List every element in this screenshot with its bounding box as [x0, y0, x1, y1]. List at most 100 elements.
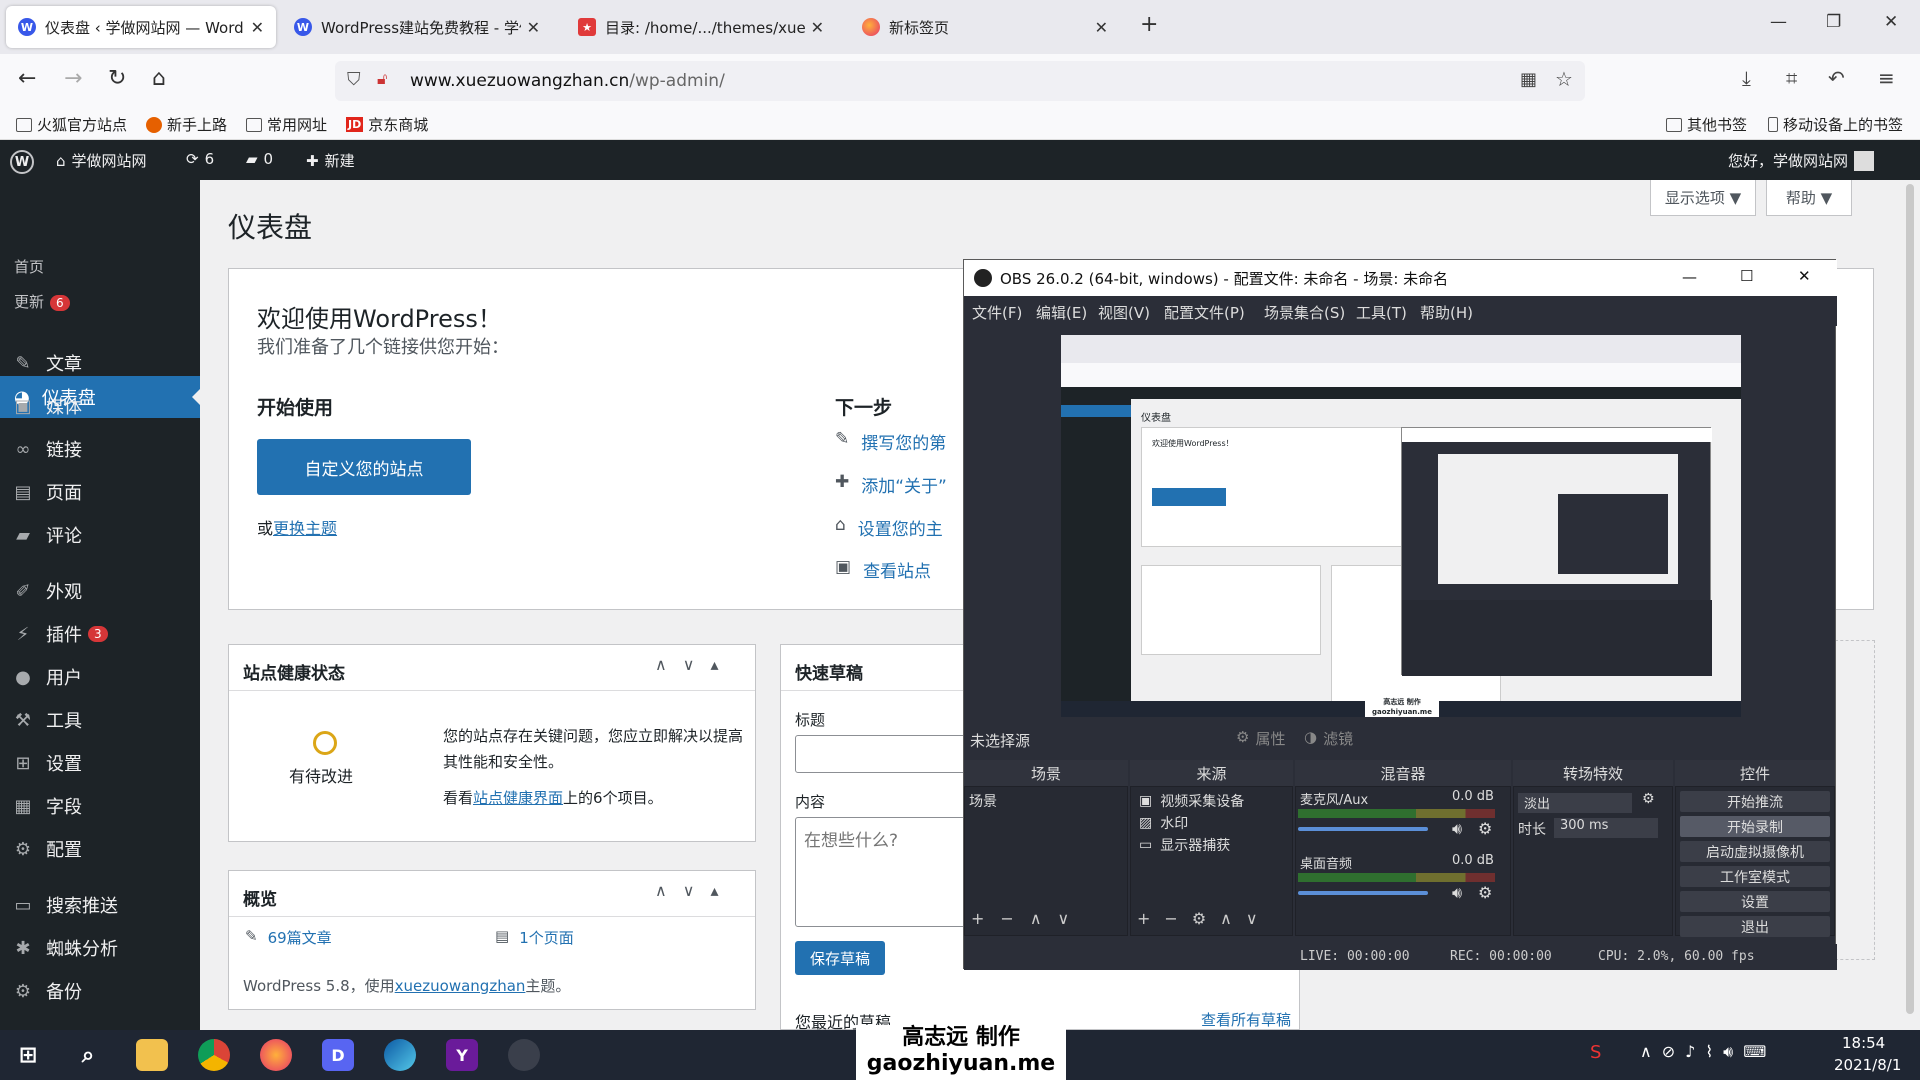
menu-links[interactable]: ∞ 链接: [12, 436, 83, 462]
reload-icon[interactable]: ↻: [108, 66, 126, 91]
adminbar-site[interactable]: ⌂ 学做网站网: [56, 150, 147, 171]
undo-icon[interactable]: ↶: [1828, 66, 1845, 90]
start-recording-button[interactable]: 开始录制: [1680, 816, 1830, 837]
wp-logo-icon[interactable]: W: [10, 150, 34, 174]
shield-icon[interactable]: ⛉: [347, 69, 361, 90]
menu-file[interactable]: 文件(F): [972, 302, 1022, 323]
pages-count[interactable]: ▤ 1个页面: [495, 927, 574, 948]
next-view-site[interactable]: ▣ 查看站点: [835, 557, 931, 582]
plus-icon[interactable]: +: [1137, 909, 1150, 928]
menu-tools[interactable]: ⚒ 工具: [12, 707, 82, 733]
menu-media[interactable]: ▣ 媒体: [12, 393, 82, 419]
chevron-up-icon[interactable]: ∧: [655, 881, 667, 900]
customize-site-button[interactable]: 自定义您的站点: [257, 439, 471, 495]
menu-appearance[interactable]: ✐ 外观: [12, 578, 82, 604]
menu-fields[interactable]: ▦ 字段: [12, 793, 82, 819]
bookmark-jd[interactable]: JD 京东商城: [346, 114, 428, 135]
close-icon[interactable]: ✕: [1798, 267, 1811, 285]
menu-config[interactable]: ⚙ 配置: [12, 836, 82, 862]
menu-plugins[interactable]: ⚡ 插件 3: [12, 621, 108, 647]
close-icon[interactable]: ✕: [1095, 18, 1108, 37]
edge-icon[interactable]: [384, 1039, 416, 1071]
tab-dashboard[interactable]: W 仪表盘 ‹ 学做网站网 — WordP ✕: [6, 6, 276, 48]
menu-search-push[interactable]: ▭ 搜索推送: [12, 892, 118, 918]
volume-slider[interactable]: [1298, 827, 1428, 831]
bookmark-mobile[interactable]: 移动设备上的书签: [1768, 114, 1903, 135]
collapse-icon[interactable]: ▴: [710, 881, 718, 900]
menu-backup[interactable]: ⚙ 备份: [12, 978, 82, 1004]
sogou-ime-icon[interactable]: S: [1590, 1042, 1601, 1063]
duration-input[interactable]: 300 ms: [1554, 818, 1658, 838]
menu-help[interactable]: 帮助(H): [1420, 302, 1473, 323]
chevron-up-icon[interactable]: ∧: [1220, 909, 1232, 928]
bookmark-newbie[interactable]: 新手上路: [146, 114, 227, 135]
lock-icon[interactable]: 🔓︎: [377, 69, 387, 89]
adminbar-comments[interactable]: ▰ 0: [246, 150, 273, 168]
source-video-capture[interactable]: ▣ 视频采集设备: [1139, 791, 1244, 811]
submenu-home[interactable]: 首页: [14, 256, 44, 277]
next-set-home[interactable]: ⌂ 设置您的主: [835, 515, 943, 540]
start-streaming-button[interactable]: 开始推流: [1680, 791, 1830, 812]
menu-pages[interactable]: ▤ 页面: [12, 479, 82, 505]
close-icon[interactable]: ✕: [527, 18, 540, 37]
scrollbar-thumb[interactable]: [1906, 184, 1914, 1014]
menu-tools[interactable]: 工具(T): [1356, 302, 1407, 323]
scrollbar[interactable]: [1900, 180, 1920, 1030]
chevron-up-icon[interactable]: ∧: [1030, 909, 1042, 928]
bookmark-firefox[interactable]: 火狐官方站点: [16, 114, 127, 135]
plus-icon[interactable]: +: [971, 909, 984, 928]
widget-controls[interactable]: ∧ ∨ ▴: [655, 655, 718, 674]
tab-directory[interactable]: ★ 目录: /home/.../themes/xuezu ✕: [566, 6, 836, 48]
restore-icon[interactable]: ❐: [1826, 12, 1841, 32]
health-link[interactable]: 站点健康界面: [473, 789, 563, 807]
menu-profile[interactable]: 配置文件(P): [1164, 302, 1245, 323]
next-write-post[interactable]: ✎ 撰写您的第: [835, 429, 946, 454]
search-icon[interactable]: ⌕: [72, 1039, 104, 1071]
help-button[interactable]: 帮助 ▼: [1766, 180, 1852, 216]
menu-comments[interactable]: ▰ 评论: [12, 522, 82, 548]
start-virtual-camera-button[interactable]: 启动虚拟摄像机: [1680, 841, 1830, 862]
close-icon[interactable]: ✕: [251, 18, 264, 37]
windows-start-icon[interactable]: ⊞: [12, 1039, 44, 1071]
theme-link[interactable]: xuezuowangzhan: [395, 977, 526, 995]
system-tray-icons[interactable]: ∧⊘♪⌇🔊︎⌨: [1640, 1042, 1776, 1062]
gear-icon[interactable]: ⚙: [1642, 791, 1655, 807]
download-icon[interactable]: ⤓: [1742, 66, 1751, 90]
forward-icon[interactable]: →: [64, 66, 82, 91]
volume-slider[interactable]: [1298, 891, 1428, 895]
adminbar-updates[interactable]: ⟳ 6: [186, 150, 214, 168]
posts-count[interactable]: ✎ 69篇文章: [245, 927, 332, 948]
minus-icon[interactable]: −: [1164, 909, 1177, 928]
back-icon[interactable]: ←: [18, 66, 36, 91]
chevron-down-icon[interactable]: ∨: [683, 655, 695, 674]
obs-preview[interactable]: 仪表盘 欢迎使用WordPress！ 高志远 制作 gaozhiyuan.me: [1061, 335, 1741, 717]
minus-icon[interactable]: −: [1000, 909, 1013, 928]
bookmark-common[interactable]: 常用网址: [246, 114, 327, 135]
chevron-down-icon[interactable]: ∨: [1246, 909, 1258, 928]
menu-posts[interactable]: ✎ 文章: [12, 350, 82, 376]
firefox-icon[interactable]: [260, 1039, 292, 1071]
menu-icon[interactable]: ≡: [1878, 66, 1895, 90]
chrome-icon[interactable]: [198, 1039, 230, 1071]
speaker-icon[interactable]: 🔊︎: [1452, 819, 1462, 839]
gear-icon[interactable]: ⚙: [1192, 909, 1206, 928]
menu-settings[interactable]: ⊞ 设置: [12, 750, 82, 776]
tab-tutorial[interactable]: W WordPress建站免费教程 - 学做 ✕: [282, 6, 552, 48]
collapse-icon[interactable]: ▴: [710, 655, 718, 674]
minimize-icon[interactable]: —: [1682, 268, 1697, 286]
bookmark-other[interactable]: 其他书签: [1666, 114, 1747, 135]
tab-new[interactable]: 新标签页 ✕: [850, 6, 1120, 48]
app-y-icon[interactable]: Y: [446, 1039, 478, 1071]
menu-scene-collection[interactable]: 场景集合(S): [1264, 302, 1345, 323]
view-all-drafts-link[interactable]: 查看所有草稿: [1201, 1009, 1291, 1030]
save-draft-button[interactable]: 保存草稿: [795, 941, 885, 975]
menu-view[interactable]: 视图(V): [1098, 302, 1150, 323]
new-tab-button[interactable]: +: [1140, 12, 1158, 37]
gear-icon[interactable]: ⚙: [1478, 883, 1492, 902]
chevron-down-icon[interactable]: ∨: [683, 881, 695, 900]
transition-select[interactable]: 淡出: [1518, 793, 1632, 813]
minimize-icon[interactable]: —: [1770, 12, 1787, 32]
exit-button[interactable]: 退出: [1680, 916, 1830, 937]
gear-icon[interactable]: ⚙: [1478, 819, 1492, 838]
home-icon[interactable]: ⌂: [152, 66, 166, 91]
